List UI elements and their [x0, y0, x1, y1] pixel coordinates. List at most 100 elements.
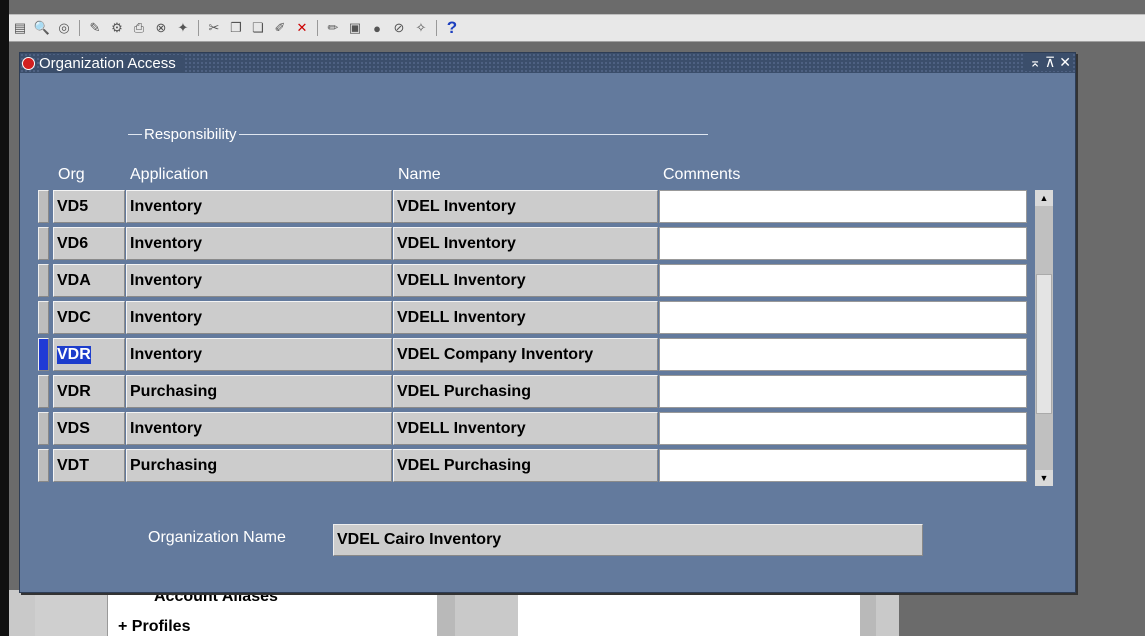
- org-cell[interactable]: VD6: [53, 227, 125, 260]
- org-cell[interactable]: VDS: [53, 412, 125, 445]
- help-icon[interactable]: ?: [443, 18, 461, 37]
- org-cell[interactable]: VDC: [53, 301, 125, 334]
- application-cell-text: Inventory: [130, 271, 203, 289]
- minimize-icon[interactable]: ⌅: [1029, 54, 1041, 71]
- org-cell-text: VD6: [57, 234, 89, 252]
- name-cell[interactable]: VDELL Inventory: [393, 412, 658, 445]
- application-cell[interactable]: Inventory: [126, 301, 392, 334]
- left-edge: [0, 0, 9, 636]
- close-form-icon[interactable]: ⊗: [152, 19, 170, 37]
- comments-cell[interactable]: [659, 449, 1027, 482]
- translations-icon[interactable]: ▣: [346, 19, 364, 37]
- background-tree[interactable]: Account Aliases + Profiles: [107, 588, 438, 636]
- background-left-column: [35, 590, 107, 636]
- application-cell-text: Inventory: [130, 345, 203, 363]
- application-cell[interactable]: Purchasing: [126, 375, 392, 408]
- row-indicator[interactable]: [38, 227, 49, 260]
- application-cell-text: Inventory: [130, 308, 203, 326]
- comments-cell[interactable]: [659, 227, 1027, 260]
- find-icon[interactable]: 🔍: [33, 19, 51, 37]
- navigator-icon[interactable]: ◎: [55, 19, 73, 37]
- name-cell[interactable]: VDEL Inventory: [393, 190, 658, 223]
- scroll-thumb[interactable]: [1036, 274, 1052, 414]
- organization-name-field[interactable]: VDEL Cairo Inventory: [333, 524, 923, 556]
- oracle-logo-icon: [22, 56, 35, 70]
- name-cell[interactable]: VDELL Inventory: [393, 301, 658, 334]
- name-cell[interactable]: VDEL Purchasing: [393, 375, 658, 408]
- application-cell[interactable]: Inventory: [126, 227, 392, 260]
- row-indicator[interactable]: [38, 190, 49, 223]
- comments-cell[interactable]: [659, 375, 1027, 408]
- org-cell[interactable]: VDR: [53, 338, 125, 371]
- toolbar-separator: [79, 20, 80, 36]
- toolbar-separator: [317, 20, 318, 36]
- column-header-comments: Comments: [663, 166, 741, 183]
- org-cell[interactable]: VDR: [53, 375, 125, 408]
- name-cell[interactable]: VDEL Purchasing: [393, 449, 658, 482]
- paperclip-icon[interactable]: ✧: [412, 19, 430, 37]
- edit-field-icon[interactable]: ✏: [324, 19, 342, 37]
- org-cell-text: VDR: [57, 345, 91, 364]
- background-scrollbar[interactable]: [437, 590, 455, 636]
- print-icon[interactable]: ⎙: [130, 19, 148, 37]
- application-cell[interactable]: Inventory: [126, 412, 392, 445]
- name-cell-text: VDEL Purchasing: [397, 456, 531, 474]
- vertical-scrollbar[interactable]: ▲ ▼: [1035, 190, 1053, 486]
- tree-item-profiles[interactable]: + Profiles: [118, 618, 190, 636]
- row-indicator[interactable]: [38, 301, 49, 334]
- name-cell[interactable]: VDEL Inventory: [393, 227, 658, 260]
- comments-cell[interactable]: [659, 190, 1027, 223]
- copy-icon[interactable]: ❐: [227, 19, 245, 37]
- close-icon[interactable]: ✕: [1059, 54, 1071, 71]
- application-cell-text: Purchasing: [130, 456, 218, 474]
- name-cell[interactable]: VDEL Company Inventory: [393, 338, 658, 371]
- org-cell-text: VDT: [57, 456, 89, 474]
- column-header-application: Application: [130, 166, 209, 183]
- comments-cell[interactable]: [659, 412, 1027, 445]
- name-cell-text: VDELL Inventory: [397, 308, 526, 326]
- name-cell-text: VDEL Inventory: [397, 234, 516, 252]
- comments-cell[interactable]: [659, 264, 1027, 297]
- org-cell-text: VDA: [57, 271, 91, 289]
- row-indicator[interactable]: [38, 375, 49, 408]
- open-icon[interactable]: ✎: [86, 19, 104, 37]
- cut-icon[interactable]: ✂: [205, 19, 223, 37]
- row-indicator[interactable]: [38, 264, 49, 297]
- org-cell[interactable]: VD5: [53, 190, 125, 223]
- row-indicator[interactable]: [38, 412, 49, 445]
- org-cell[interactable]: VDT: [53, 449, 125, 482]
- comments-cell[interactable]: [659, 301, 1027, 334]
- folder-tools-icon[interactable]: ⊘: [390, 19, 408, 37]
- delete-icon[interactable]: ✕: [293, 19, 311, 37]
- application-cell[interactable]: Inventory: [126, 190, 392, 223]
- organization-access-window: Organization Access ⌅ ⊼ ✕ Responsibility…: [19, 52, 1076, 593]
- zoom-icon[interactable]: ✦: [174, 19, 192, 37]
- application-cell[interactable]: Inventory: [126, 264, 392, 297]
- background-scrollbar[interactable]: [860, 590, 876, 636]
- org-cell-text: VDC: [57, 308, 91, 326]
- scroll-up-icon[interactable]: ▲: [1035, 190, 1053, 206]
- new-icon[interactable]: ▤: [11, 19, 29, 37]
- application-cell-text: Inventory: [130, 234, 203, 252]
- row-indicator[interactable]: [38, 449, 49, 482]
- scroll-down-icon[interactable]: ▼: [1035, 470, 1053, 486]
- application-cell-text: Inventory: [130, 197, 203, 215]
- toolbar: ▤ 🔍 ◎ ✎ ⚙ ⎙ ⊗ ✦ ✂ ❐ ❏ ✐ ✕ ✏ ▣ ● ⊘ ✧ ?: [9, 14, 1145, 42]
- name-cell[interactable]: VDELL Inventory: [393, 264, 658, 297]
- desktop-background: [9, 0, 1145, 14]
- organization-name-label: Organization Name: [148, 529, 286, 546]
- attachments-icon[interactable]: ●: [368, 19, 386, 37]
- titlebar[interactable]: Organization Access ⌅ ⊼ ✕: [20, 53, 1075, 73]
- application-cell[interactable]: Inventory: [126, 338, 392, 371]
- application-cell[interactable]: Purchasing: [126, 449, 392, 482]
- comments-cell[interactable]: [659, 338, 1027, 371]
- maximize-icon[interactable]: ⊼: [1045, 54, 1055, 71]
- clear-record-icon[interactable]: ✐: [271, 19, 289, 37]
- background-panel: [518, 590, 860, 636]
- name-cell-text: VDEL Company Inventory: [397, 345, 594, 363]
- org-cell[interactable]: VDA: [53, 264, 125, 297]
- column-header-org: Org: [58, 166, 85, 183]
- paste-icon[interactable]: ❏: [249, 19, 267, 37]
- save-icon[interactable]: ⚙: [108, 19, 126, 37]
- row-indicator[interactable]: [38, 338, 49, 371]
